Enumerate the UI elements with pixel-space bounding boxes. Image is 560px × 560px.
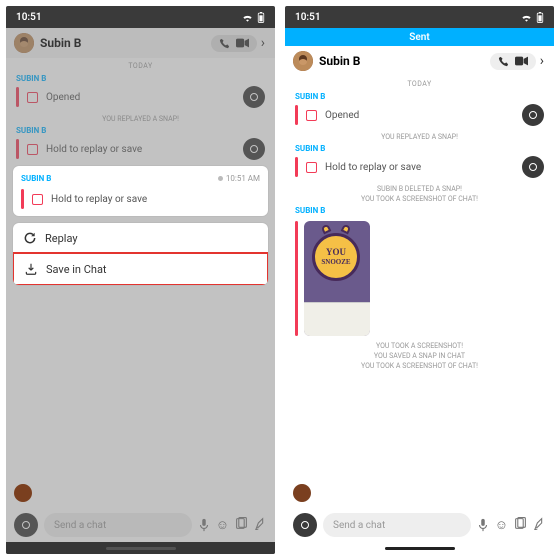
context-menu: Replay Save in Chat	[13, 223, 268, 285]
wifi-icon	[242, 13, 253, 22]
status-bar: 10:51	[6, 6, 275, 28]
chat-header: Subin B ›	[285, 46, 554, 76]
contact-name: Subin B	[40, 36, 205, 50]
chat-content-dimmed: Subin B › TODAY SUBIN B	[6, 28, 275, 554]
download-icon	[24, 262, 38, 276]
gallery-icon[interactable]	[235, 517, 248, 533]
replay-action[interactable]: Replay	[13, 223, 268, 253]
snap-opened-row[interactable]: Opened	[285, 102, 554, 132]
chat-content: TODAY SUBIN B Opened YOU REPLAYED A SNAP…	[285, 76, 554, 554]
snap-hold-icon	[306, 162, 317, 173]
snap-hold-row[interactable]: Hold to replay or save	[285, 154, 554, 184]
msg-text: Hold to replay or save	[325, 162, 514, 173]
wifi-icon	[521, 13, 532, 22]
emoji-icon[interactable]: ☺	[495, 517, 508, 533]
gallery-icon[interactable]	[514, 517, 527, 533]
sender-label: SUBIN B	[285, 204, 554, 216]
sys-msg: YOU REPLAYED A SNAP!	[6, 114, 275, 124]
saved-snap-media[interactable]: YOUSNOOZE	[295, 221, 544, 336]
avatar[interactable]	[293, 51, 313, 71]
typing-avatar-row	[6, 482, 275, 508]
context-snap-card: SUBIN B 10:51 AM Hold to replay or save	[13, 166, 268, 216]
date-separator: TODAY	[6, 58, 275, 72]
snap-hold-icon	[32, 194, 43, 205]
status-time: 10:51	[295, 12, 321, 23]
popup-sender: SUBIN B	[21, 174, 51, 183]
call-video-pill[interactable]	[211, 35, 257, 52]
snap-thumbnail[interactable]: YOUSNOOZE	[304, 221, 370, 336]
chevron-right-icon[interactable]: ›	[259, 35, 267, 51]
msg-bar	[16, 139, 19, 159]
sys-msg: YOU TOOK A SCREENSHOT OF CHAT!	[285, 194, 554, 204]
camera-button[interactable]	[243, 138, 265, 160]
emoji-icon[interactable]: ☺	[216, 517, 229, 533]
chat-input[interactable]: Send a chat	[323, 513, 471, 537]
status-icons	[242, 12, 265, 23]
msg-text: Opened	[325, 110, 514, 121]
msg-text: Hold to replay or save	[46, 144, 235, 155]
sys-msg: YOU TOOK A SCREENSHOT OF CHAT!	[285, 361, 554, 371]
rocket-icon[interactable]	[533, 517, 546, 533]
video-icon[interactable]	[515, 56, 528, 66]
camera-button[interactable]	[522, 156, 544, 178]
status-bar: 10:51	[285, 6, 554, 28]
camera-button[interactable]	[14, 513, 38, 537]
battery-icon	[257, 12, 265, 23]
msg-bar	[295, 221, 298, 336]
avatar[interactable]	[14, 33, 34, 53]
camera-button[interactable]	[243, 86, 265, 108]
save-label: Save in Chat	[46, 263, 107, 276]
snap-opened-row[interactable]: Opened	[6, 84, 275, 114]
chat-input-bar: Send a chat ☺	[6, 508, 275, 542]
sender-label: SUBIN B	[285, 142, 554, 154]
typing-avatar-row	[285, 482, 554, 508]
sender-label: SUBIN B	[6, 124, 275, 136]
camera-button[interactable]	[293, 513, 317, 537]
sys-msg: YOU TOOK A SCREENSHOT!	[285, 341, 554, 351]
phone-icon[interactable]	[498, 56, 509, 67]
chevron-right-icon[interactable]: ›	[538, 53, 546, 69]
msg-text: Hold to replay or save	[51, 194, 260, 205]
avatar-mini	[14, 484, 32, 502]
camera-button[interactable]	[522, 104, 544, 126]
left-screenshot: 10:51 Subin B	[6, 6, 275, 554]
battery-icon	[536, 12, 544, 23]
rocket-icon[interactable]	[254, 517, 267, 533]
chat-input-bar: Send a chat ☺	[285, 508, 554, 542]
msg-text: Opened	[46, 92, 235, 103]
save-in-chat-action[interactable]: Save in Chat	[13, 252, 268, 285]
snap-opened-icon	[306, 110, 317, 121]
chat-input[interactable]: Send a chat	[44, 513, 192, 537]
phone-icon[interactable]	[219, 38, 230, 49]
status-icons	[521, 12, 544, 23]
msg-bar	[295, 105, 298, 125]
video-icon[interactable]	[236, 38, 249, 48]
right-screenshot: 10:51 Sent Subin B	[285, 6, 554, 554]
contact-name: Subin B	[319, 54, 484, 68]
sent-banner: Sent	[285, 28, 554, 46]
sender-label: SUBIN B	[285, 90, 554, 102]
mic-icon[interactable]	[198, 518, 210, 532]
status-time: 10:51	[16, 12, 42, 23]
msg-bar	[16, 87, 19, 107]
sys-msg: YOU SAVED A SNAP IN CHAT	[285, 351, 554, 361]
replay-icon	[23, 231, 37, 245]
sys-msg: YOU REPLAYED A SNAP!	[285, 132, 554, 142]
avatar-mini	[293, 484, 311, 502]
msg-bar	[21, 189, 24, 209]
sys-msg: SUBIN B DELETED A SNAP!	[285, 184, 554, 194]
snap-hold-icon	[27, 144, 38, 155]
call-video-pill[interactable]	[490, 53, 536, 70]
msg-bar	[295, 157, 298, 177]
popup-time: 10:51 AM	[218, 174, 260, 183]
replay-label: Replay	[45, 232, 78, 245]
sender-label: SUBIN B	[6, 72, 275, 84]
nav-handle	[6, 542, 275, 554]
snap-hold-row[interactable]: Hold to replay or save	[6, 136, 275, 166]
snap-opened-icon	[27, 92, 38, 103]
nav-handle	[285, 542, 554, 554]
mic-icon[interactable]	[477, 518, 489, 532]
date-separator: TODAY	[285, 76, 554, 90]
chat-header: Subin B ›	[6, 28, 275, 58]
